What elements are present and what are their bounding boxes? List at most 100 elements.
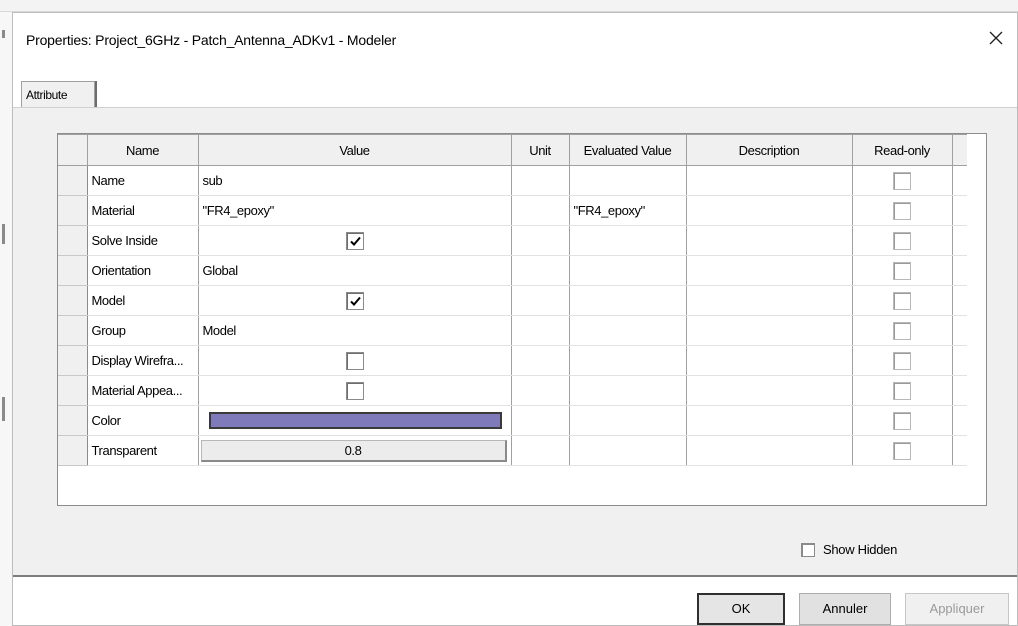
table-row[interactable]: Name sub xyxy=(58,165,967,196)
read-only-checkbox xyxy=(893,381,911,400)
column-header-evaluated-value[interactable]: Evaluated Value xyxy=(569,134,687,166)
row-spacer xyxy=(952,405,967,436)
property-name[interactable]: Transparent xyxy=(87,435,199,466)
row-spacer xyxy=(952,255,967,286)
row-header[interactable] xyxy=(58,195,88,226)
property-unit[interactable] xyxy=(511,225,570,256)
property-evaluated-value xyxy=(569,255,687,286)
property-value[interactable] xyxy=(198,285,512,316)
row-header[interactable] xyxy=(58,165,88,196)
property-unit[interactable] xyxy=(511,315,570,346)
property-description[interactable] xyxy=(686,195,853,226)
property-name[interactable]: Group xyxy=(87,315,199,346)
table-row[interactable]: Material "FR4_epoxy" "FR4_epoxy" xyxy=(58,195,967,226)
apply-button[interactable]: Appliquer xyxy=(905,593,1009,625)
property-description[interactable] xyxy=(686,375,853,406)
property-value[interactable]: 0.8 xyxy=(198,435,512,466)
row-header[interactable] xyxy=(58,225,88,256)
property-description[interactable] xyxy=(686,345,853,376)
close-icon[interactable] xyxy=(985,27,1007,49)
background-app-strip xyxy=(0,0,1018,12)
column-header-read-only[interactable]: Read-only xyxy=(852,134,953,166)
transparency-button[interactable]: 0.8 xyxy=(200,439,507,462)
property-value[interactable] xyxy=(198,375,512,406)
property-value[interactable]: Global xyxy=(198,255,512,286)
property-unit[interactable] xyxy=(511,405,570,436)
cancel-button[interactable]: Annuler xyxy=(799,593,891,625)
row-header[interactable] xyxy=(58,345,88,376)
table-row[interactable]: Orientation Global xyxy=(58,255,967,286)
property-unit[interactable] xyxy=(511,195,570,226)
property-read-only xyxy=(852,345,953,376)
table-row[interactable]: Model xyxy=(58,285,967,316)
property-description[interactable] xyxy=(686,405,853,436)
table-row[interactable]: Transparent 0.8 xyxy=(58,435,967,466)
row-header[interactable] xyxy=(58,255,88,286)
property-value[interactable] xyxy=(198,405,512,436)
property-unit[interactable] xyxy=(511,375,570,406)
column-header-value[interactable]: Value xyxy=(198,134,512,166)
column-header-description[interactable]: Description xyxy=(686,134,853,166)
model-checkbox[interactable] xyxy=(345,291,364,310)
background-app-edge xyxy=(0,12,12,626)
property-evaluated-value xyxy=(569,435,687,466)
property-name[interactable]: Material xyxy=(87,195,199,226)
property-description[interactable] xyxy=(686,285,853,316)
property-description[interactable] xyxy=(686,225,853,256)
property-read-only xyxy=(852,165,953,196)
table-row[interactable]: Material Appea... xyxy=(58,375,967,406)
property-name[interactable]: Name xyxy=(87,165,199,196)
property-evaluated-value: "FR4_epoxy" xyxy=(569,195,687,226)
ok-button[interactable]: OK xyxy=(697,593,785,625)
property-description[interactable] xyxy=(686,315,853,346)
material-appearance-checkbox[interactable] xyxy=(345,381,364,400)
attribute-panel: Name Value Unit Evaluated Value Descript… xyxy=(13,107,1017,577)
property-description[interactable] xyxy=(686,165,853,196)
property-name[interactable]: Color xyxy=(87,405,199,436)
table-row[interactable]: Solve Inside xyxy=(58,225,967,256)
read-only-checkbox xyxy=(893,261,911,280)
property-description[interactable] xyxy=(686,435,853,466)
column-header-name[interactable]: Name xyxy=(87,134,199,166)
property-unit[interactable] xyxy=(511,165,570,196)
row-header[interactable] xyxy=(58,375,88,406)
property-description[interactable] xyxy=(686,255,853,286)
property-value[interactable] xyxy=(198,225,512,256)
table-row[interactable]: Group Model xyxy=(58,315,967,346)
property-name[interactable]: Solve Inside xyxy=(87,225,199,256)
property-evaluated-value xyxy=(569,315,687,346)
tab-attribute[interactable]: Attribute xyxy=(21,81,95,109)
dialog-title: Properties: Project_6GHz - Patch_Antenna… xyxy=(26,32,397,48)
property-value[interactable]: Model xyxy=(198,315,512,346)
property-unit[interactable] xyxy=(511,255,570,286)
column-header-spacer xyxy=(952,134,967,166)
solve-inside-checkbox[interactable] xyxy=(345,231,364,250)
row-header[interactable] xyxy=(58,285,88,316)
property-name[interactable]: Model xyxy=(87,285,199,316)
property-value[interactable]: sub xyxy=(198,165,512,196)
table-row[interactable]: Color xyxy=(58,405,967,436)
row-header[interactable] xyxy=(58,315,88,346)
show-hidden-option[interactable]: Show Hidden xyxy=(801,541,897,561)
property-name[interactable]: Display Wirefra... xyxy=(87,345,199,376)
property-read-only xyxy=(852,225,953,256)
show-hidden-checkbox[interactable] xyxy=(801,542,815,557)
property-value[interactable] xyxy=(198,345,512,376)
background-mark xyxy=(2,30,5,38)
column-header-unit[interactable]: Unit xyxy=(511,134,570,166)
property-read-only xyxy=(852,255,953,286)
row-spacer xyxy=(952,195,967,226)
read-only-checkbox xyxy=(893,231,911,250)
property-unit[interactable] xyxy=(511,345,570,376)
property-name[interactable]: Orientation xyxy=(87,255,199,286)
display-wireframe-checkbox[interactable] xyxy=(345,351,364,370)
property-unit[interactable] xyxy=(511,285,570,316)
table-row[interactable]: Display Wirefra... xyxy=(58,345,967,376)
property-name[interactable]: Material Appea... xyxy=(87,375,199,406)
row-header[interactable] xyxy=(58,435,88,466)
read-only-checkbox xyxy=(893,171,911,190)
row-header[interactable] xyxy=(58,405,88,436)
property-unit[interactable] xyxy=(511,435,570,466)
property-value[interactable]: "FR4_epoxy" xyxy=(198,195,512,226)
color-swatch-button[interactable] xyxy=(208,412,502,429)
